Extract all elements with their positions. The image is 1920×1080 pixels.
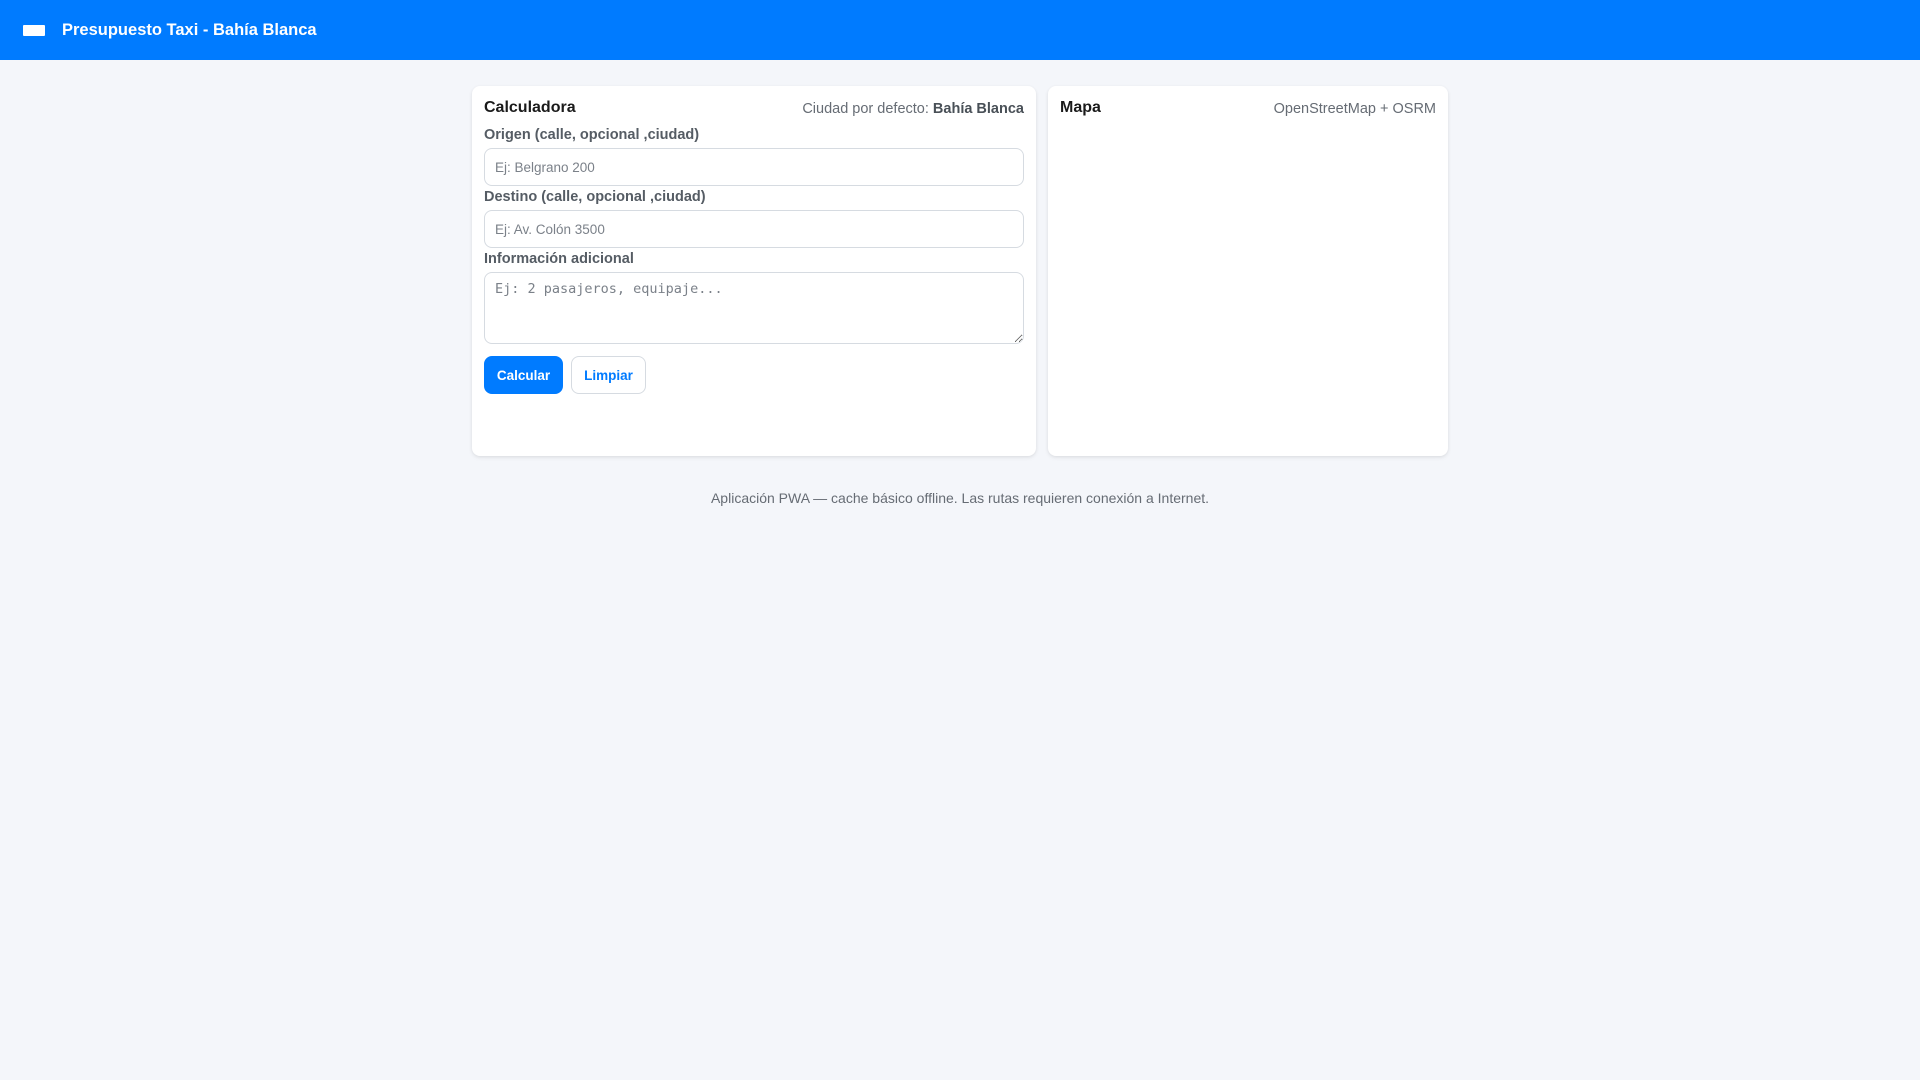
map-title: Mapa — [1060, 99, 1101, 116]
origin-label: Origen (calle, opcional ,ciudad) — [484, 127, 700, 143]
destination-input[interactable] — [484, 210, 1024, 248]
calculator-card: Calculadora Ciudad por defecto: Bahía Bl… — [472, 86, 1036, 456]
argentina-flag-icon — [23, 25, 45, 36]
map-canvas[interactable] — [1060, 130, 1436, 442]
app-title: Presupuesto Taxi - Bahía Blanca — [62, 21, 317, 39]
default-city: Ciudad por defecto: Bahía Blanca — [802, 99, 1024, 119]
additional-info-label: Información adicional — [484, 251, 634, 267]
calculate-button[interactable]: Calcular — [484, 356, 563, 394]
default-city-label: Ciudad por defecto: — [802, 101, 929, 117]
clear-button[interactable]: Limpiar — [571, 356, 646, 394]
app-header: Presupuesto Taxi - Bahía Blanca — [0, 0, 1920, 60]
origin-input[interactable] — [484, 148, 1024, 186]
footer-note: Aplicación PWA — cache básico offline. L… — [710, 490, 1210, 506]
map-card: Mapa OpenStreetMap + OSRM — [1048, 86, 1448, 456]
calculator-title: Calculadora — [484, 99, 576, 116]
additional-info-textarea[interactable] — [484, 272, 1024, 344]
destination-label: Destino (calle, opcional ,ciudad) — [484, 189, 706, 205]
default-city-value: Bahía Blanca — [932, 101, 1024, 117]
map-provider: OpenStreetMap + OSRM — [1273, 101, 1436, 117]
